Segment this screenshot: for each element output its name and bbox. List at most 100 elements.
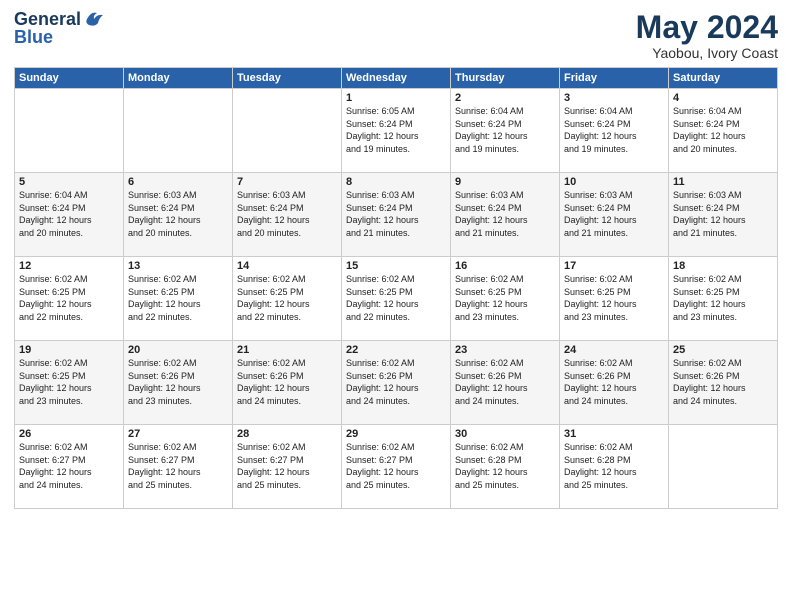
day-info: Sunrise: 6:02 AM Sunset: 6:26 PM Dayligh…: [128, 357, 228, 407]
calendar-cell: [124, 89, 233, 173]
calendar-week-row: 19Sunrise: 6:02 AM Sunset: 6:25 PM Dayli…: [15, 341, 778, 425]
page: General Blue May 2024 Yaobou, Ivory Coas…: [0, 0, 792, 612]
day-info: Sunrise: 6:02 AM Sunset: 6:25 PM Dayligh…: [128, 273, 228, 323]
calendar-cell: 23Sunrise: 6:02 AM Sunset: 6:26 PM Dayli…: [451, 341, 560, 425]
logo-blue: Blue: [14, 28, 105, 48]
calendar-cell: 18Sunrise: 6:02 AM Sunset: 6:25 PM Dayli…: [669, 257, 778, 341]
weekday-header: Sunday: [15, 68, 124, 89]
calendar-week-row: 26Sunrise: 6:02 AM Sunset: 6:27 PM Dayli…: [15, 425, 778, 509]
day-number: 7: [237, 176, 337, 188]
day-number: 17: [564, 260, 664, 272]
title-block: May 2024 Yaobou, Ivory Coast: [636, 10, 778, 61]
calendar-week-row: 12Sunrise: 6:02 AM Sunset: 6:25 PM Dayli…: [15, 257, 778, 341]
day-info: Sunrise: 6:02 AM Sunset: 6:27 PM Dayligh…: [19, 441, 119, 491]
weekday-header: Thursday: [451, 68, 560, 89]
day-number: 24: [564, 344, 664, 356]
day-info: Sunrise: 6:02 AM Sunset: 6:26 PM Dayligh…: [673, 357, 773, 407]
calendar-cell: 21Sunrise: 6:02 AM Sunset: 6:26 PM Dayli…: [233, 341, 342, 425]
day-info: Sunrise: 6:02 AM Sunset: 6:27 PM Dayligh…: [346, 441, 446, 491]
calendar-cell: 14Sunrise: 6:02 AM Sunset: 6:25 PM Dayli…: [233, 257, 342, 341]
day-number: 13: [128, 260, 228, 272]
calendar-cell: 17Sunrise: 6:02 AM Sunset: 6:25 PM Dayli…: [560, 257, 669, 341]
day-info: Sunrise: 6:04 AM Sunset: 6:24 PM Dayligh…: [673, 105, 773, 155]
day-number: 2: [455, 92, 555, 104]
day-number: 15: [346, 260, 446, 272]
day-number: 1: [346, 92, 446, 104]
day-number: 11: [673, 176, 773, 188]
weekday-header: Tuesday: [233, 68, 342, 89]
calendar-cell: 29Sunrise: 6:02 AM Sunset: 6:27 PM Dayli…: [342, 425, 451, 509]
day-info: Sunrise: 6:04 AM Sunset: 6:24 PM Dayligh…: [19, 189, 119, 239]
day-number: 31: [564, 428, 664, 440]
calendar-cell: 7Sunrise: 6:03 AM Sunset: 6:24 PM Daylig…: [233, 173, 342, 257]
calendar-cell: [15, 89, 124, 173]
weekday-header: Wednesday: [342, 68, 451, 89]
day-number: 4: [673, 92, 773, 104]
day-number: 6: [128, 176, 228, 188]
day-info: Sunrise: 6:02 AM Sunset: 6:26 PM Dayligh…: [455, 357, 555, 407]
calendar-cell: 13Sunrise: 6:02 AM Sunset: 6:25 PM Dayli…: [124, 257, 233, 341]
weekday-header: Saturday: [669, 68, 778, 89]
calendar-cell: 16Sunrise: 6:02 AM Sunset: 6:25 PM Dayli…: [451, 257, 560, 341]
day-number: 9: [455, 176, 555, 188]
calendar-cell: [233, 89, 342, 173]
calendar-cell: 1Sunrise: 6:05 AM Sunset: 6:24 PM Daylig…: [342, 89, 451, 173]
day-number: 12: [19, 260, 119, 272]
day-info: Sunrise: 6:02 AM Sunset: 6:26 PM Dayligh…: [237, 357, 337, 407]
day-number: 23: [455, 344, 555, 356]
day-info: Sunrise: 6:03 AM Sunset: 6:24 PM Dayligh…: [346, 189, 446, 239]
day-number: 10: [564, 176, 664, 188]
day-number: 29: [346, 428, 446, 440]
calendar-header-row: SundayMondayTuesdayWednesdayThursdayFrid…: [15, 68, 778, 89]
day-info: Sunrise: 6:02 AM Sunset: 6:25 PM Dayligh…: [19, 273, 119, 323]
header: General Blue May 2024 Yaobou, Ivory Coas…: [14, 10, 778, 61]
weekday-header: Friday: [560, 68, 669, 89]
calendar-cell: 27Sunrise: 6:02 AM Sunset: 6:27 PM Dayli…: [124, 425, 233, 509]
day-number: 16: [455, 260, 555, 272]
calendar-cell: 26Sunrise: 6:02 AM Sunset: 6:27 PM Dayli…: [15, 425, 124, 509]
calendar-cell: 4Sunrise: 6:04 AM Sunset: 6:24 PM Daylig…: [669, 89, 778, 173]
day-info: Sunrise: 6:02 AM Sunset: 6:25 PM Dayligh…: [673, 273, 773, 323]
day-info: Sunrise: 6:03 AM Sunset: 6:24 PM Dayligh…: [237, 189, 337, 239]
day-info: Sunrise: 6:02 AM Sunset: 6:25 PM Dayligh…: [237, 273, 337, 323]
day-number: 30: [455, 428, 555, 440]
day-info: Sunrise: 6:04 AM Sunset: 6:24 PM Dayligh…: [564, 105, 664, 155]
day-info: Sunrise: 6:02 AM Sunset: 6:27 PM Dayligh…: [237, 441, 337, 491]
calendar-cell: 20Sunrise: 6:02 AM Sunset: 6:26 PM Dayli…: [124, 341, 233, 425]
calendar-cell: 24Sunrise: 6:02 AM Sunset: 6:26 PM Dayli…: [560, 341, 669, 425]
day-number: 20: [128, 344, 228, 356]
calendar-week-row: 1Sunrise: 6:05 AM Sunset: 6:24 PM Daylig…: [15, 89, 778, 173]
day-info: Sunrise: 6:02 AM Sunset: 6:28 PM Dayligh…: [455, 441, 555, 491]
day-info: Sunrise: 6:02 AM Sunset: 6:28 PM Dayligh…: [564, 441, 664, 491]
day-info: Sunrise: 6:02 AM Sunset: 6:25 PM Dayligh…: [564, 273, 664, 323]
day-info: Sunrise: 6:03 AM Sunset: 6:24 PM Dayligh…: [673, 189, 773, 239]
calendar-cell: 15Sunrise: 6:02 AM Sunset: 6:25 PM Dayli…: [342, 257, 451, 341]
calendar-cell: 25Sunrise: 6:02 AM Sunset: 6:26 PM Dayli…: [669, 341, 778, 425]
weekday-header: Monday: [124, 68, 233, 89]
calendar-cell: 22Sunrise: 6:02 AM Sunset: 6:26 PM Dayli…: [342, 341, 451, 425]
day-number: 3: [564, 92, 664, 104]
logo-bird-icon: [83, 9, 105, 29]
day-number: 28: [237, 428, 337, 440]
calendar-cell: 31Sunrise: 6:02 AM Sunset: 6:28 PM Dayli…: [560, 425, 669, 509]
calendar-cell: 30Sunrise: 6:02 AM Sunset: 6:28 PM Dayli…: [451, 425, 560, 509]
calendar-cell: 10Sunrise: 6:03 AM Sunset: 6:24 PM Dayli…: [560, 173, 669, 257]
calendar-cell: 12Sunrise: 6:02 AM Sunset: 6:25 PM Dayli…: [15, 257, 124, 341]
day-info: Sunrise: 6:04 AM Sunset: 6:24 PM Dayligh…: [455, 105, 555, 155]
calendar-cell: 8Sunrise: 6:03 AM Sunset: 6:24 PM Daylig…: [342, 173, 451, 257]
day-number: 18: [673, 260, 773, 272]
day-info: Sunrise: 6:02 AM Sunset: 6:25 PM Dayligh…: [19, 357, 119, 407]
day-number: 22: [346, 344, 446, 356]
location-subtitle: Yaobou, Ivory Coast: [636, 45, 778, 61]
day-info: Sunrise: 6:03 AM Sunset: 6:24 PM Dayligh…: [455, 189, 555, 239]
day-number: 8: [346, 176, 446, 188]
day-number: 21: [237, 344, 337, 356]
calendar-cell: 6Sunrise: 6:03 AM Sunset: 6:24 PM Daylig…: [124, 173, 233, 257]
calendar-cell: 3Sunrise: 6:04 AM Sunset: 6:24 PM Daylig…: [560, 89, 669, 173]
calendar: SundayMondayTuesdayWednesdayThursdayFrid…: [14, 67, 778, 509]
day-info: Sunrise: 6:05 AM Sunset: 6:24 PM Dayligh…: [346, 105, 446, 155]
calendar-cell: 11Sunrise: 6:03 AM Sunset: 6:24 PM Dayli…: [669, 173, 778, 257]
day-info: Sunrise: 6:02 AM Sunset: 6:26 PM Dayligh…: [346, 357, 446, 407]
day-info: Sunrise: 6:02 AM Sunset: 6:25 PM Dayligh…: [346, 273, 446, 323]
day-number: 19: [19, 344, 119, 356]
